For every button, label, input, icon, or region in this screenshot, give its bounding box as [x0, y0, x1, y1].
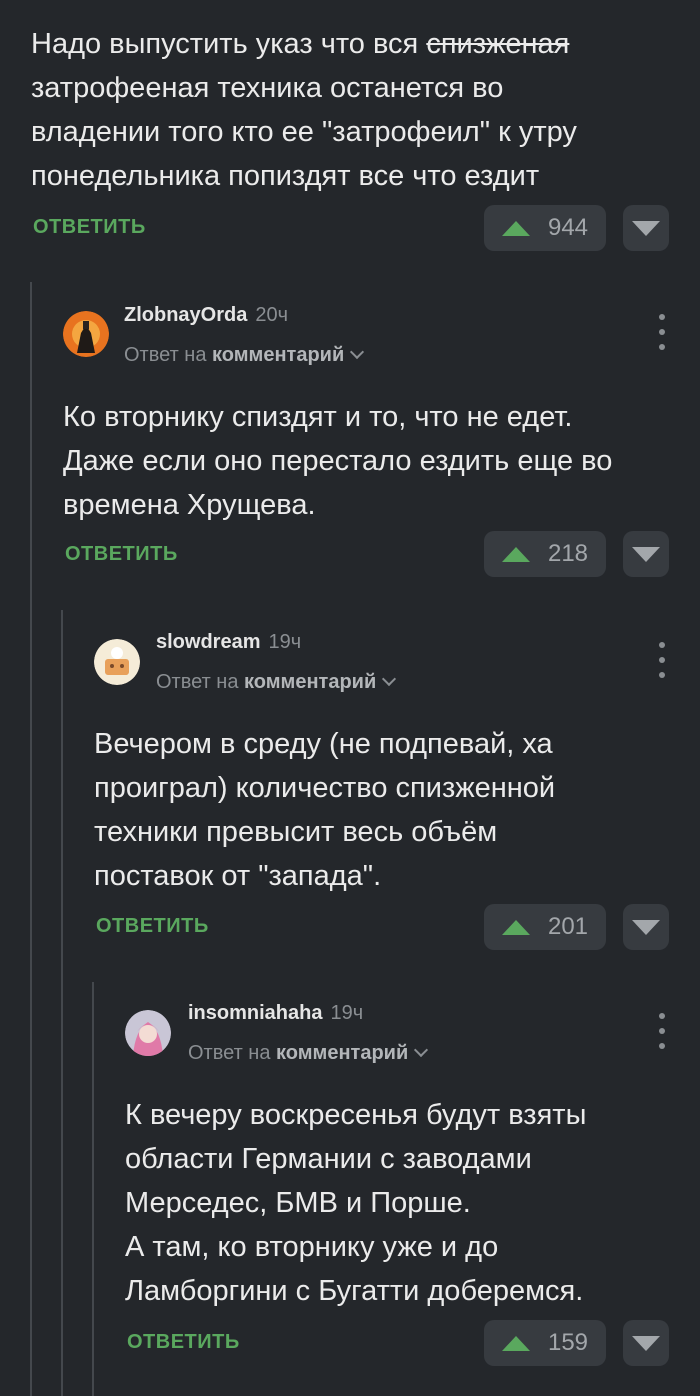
more-vertical-icon[interactable] — [652, 314, 672, 350]
upvote-arrow-icon — [501, 220, 530, 236]
reply-button[interactable]: ОТВЕТИТЬ — [65, 543, 178, 566]
username[interactable]: insomniahaha — [188, 1002, 322, 1024]
thread-line-level-1 — [30, 282, 32, 1396]
thread-line-level-3 — [92, 982, 94, 1396]
comment-time: 19ч — [268, 631, 302, 653]
comment-author[interactable]: ZlobnayOrda 20ч — [124, 304, 288, 327]
downvote-arrow-icon — [632, 919, 660, 935]
reply-to-info: Ответ на комментарий — [156, 671, 397, 694]
comment-text: Ко вторнику спиздят и то, что не едет. Д… — [63, 401, 613, 521]
reply-to-link[interactable]: комментарий — [276, 1042, 408, 1064]
comment-author[interactable]: slowdream 19ч — [156, 631, 301, 654]
downvote-arrow-icon — [632, 220, 660, 236]
reply-button[interactable]: ОТВЕТИТЬ — [96, 915, 209, 938]
chevron-down-icon[interactable] — [414, 1042, 429, 1058]
comment-text: К вечеру воскресенья будут взяты области… — [125, 1099, 587, 1307]
upvote-arrow-icon — [501, 919, 530, 935]
chevron-down-icon[interactable] — [350, 344, 365, 360]
upvote-arrow-icon — [501, 1335, 530, 1351]
strikethrough-text: спизженая — [426, 28, 570, 60]
avatar[interactable] — [125, 1010, 171, 1056]
chevron-down-icon[interactable] — [382, 671, 397, 687]
vote-count: 944 — [547, 214, 589, 241]
reply-button[interactable]: ОТВЕТИТЬ — [33, 216, 146, 239]
upvote-button[interactable]: 201 — [484, 904, 606, 950]
comment-time: 20ч — [255, 304, 289, 326]
avatar[interactable] — [94, 639, 140, 685]
downvote-button[interactable] — [623, 1320, 669, 1366]
upvote-button[interactable]: 218 — [484, 531, 606, 577]
upvote-arrow-icon — [501, 546, 530, 562]
more-vertical-icon[interactable] — [652, 1013, 672, 1049]
vote-count: 218 — [547, 540, 589, 567]
thread-line-level-2 — [61, 610, 63, 1396]
downvote-button[interactable] — [623, 205, 669, 251]
vote-count: 201 — [547, 913, 589, 940]
comment-text: Надо выпустить указ что вся спизженая за… — [31, 28, 577, 192]
reply-to-link[interactable]: комментарий — [212, 344, 344, 366]
comment-text: Вечером в среду (не подпевай, ха проигра… — [94, 728, 556, 892]
avatar[interactable] — [63, 311, 109, 357]
downvote-button[interactable] — [623, 531, 669, 577]
comments-page: Надо выпустить указ что вся спизженая за… — [0, 0, 700, 1396]
comment-author[interactable]: insomniahaha 19ч — [188, 1002, 363, 1025]
downvote-arrow-icon — [632, 546, 660, 562]
vote-count: 159 — [547, 1329, 589, 1356]
reply-to-info: Ответ на комментарий — [124, 344, 365, 367]
reply-to-link[interactable]: комментарий — [244, 671, 376, 693]
downvote-button[interactable] — [623, 904, 669, 950]
comment-time: 19ч — [330, 1002, 364, 1024]
downvote-arrow-icon — [632, 1335, 660, 1351]
reply-to-info: Ответ на комментарий — [188, 1042, 429, 1065]
username[interactable]: slowdream — [156, 631, 260, 653]
upvote-button[interactable]: 944 — [484, 205, 606, 251]
upvote-button[interactable]: 159 — [484, 1320, 606, 1366]
more-vertical-icon[interactable] — [652, 642, 672, 678]
reply-button[interactable]: ОТВЕТИТЬ — [127, 1331, 240, 1354]
username[interactable]: ZlobnayOrda — [124, 304, 247, 326]
